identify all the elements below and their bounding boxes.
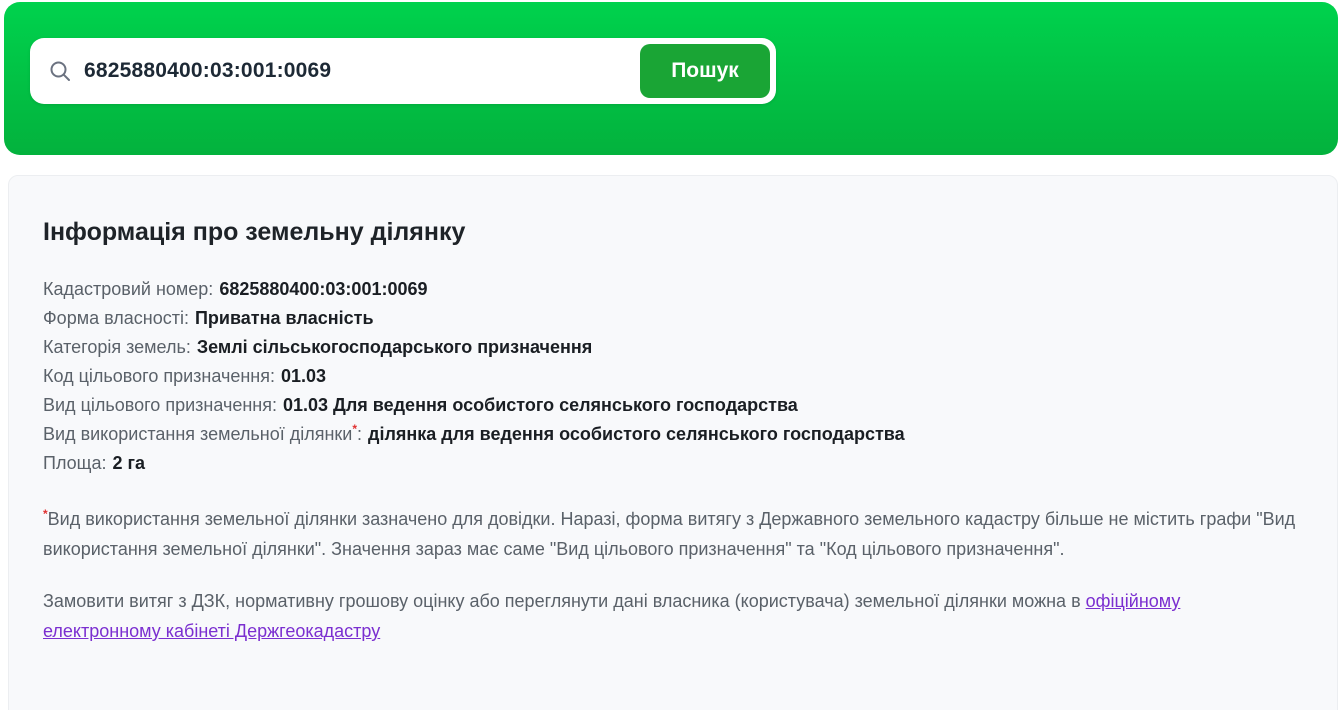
info-row-purpose-code: Код цільового призначення: 01.03 [43,362,1303,391]
search-input[interactable] [82,58,640,84]
land-info-card: Інформація про земельну ділянку Кадастро… [8,175,1338,710]
row-value: 6825880400:03:001:0069 [219,279,428,299]
search-button[interactable]: Пошук [640,44,770,98]
row-separator: : [357,424,363,444]
row-label: Категорія земель [43,337,186,357]
info-rows: Кадастровий номер: 6825880400:03:001:0069… [43,275,1303,478]
info-row-land-category: Категорія земель: Землі сільськогосподарс… [43,333,1303,362]
info-row-purpose-type: Вид цільового призначення: 01.03 Для веде… [43,391,1303,420]
info-row-area: Площа: 2 га [43,449,1303,478]
page-title: Інформація про земельну ділянку [43,218,466,246]
row-value: Приватна власність [194,308,374,328]
row-separator: : [183,308,189,328]
row-value: 01.03 Для ведення особистого селянського… [282,395,798,415]
order-extract-paragraph: Замовити витяг з ДЗК, нормативну грошову… [43,586,1303,646]
search-bar: Пошук [30,38,776,104]
row-label: Форма власності [43,308,184,328]
usage-type-footnote: *Вид використання земельної ділянки зазн… [43,504,1303,564]
row-label: Вид використання земельної ділянки [43,424,353,444]
row-value: 01.03 [281,366,327,386]
search-icon [48,59,72,83]
row-label: Вид цільового призначення [43,395,272,415]
row-label: Кадастровий номер [43,279,209,299]
row-value: Землі сільськогосподарського призначення [196,337,593,357]
row-separator: : [208,279,214,299]
search-header: Пошук [4,2,1338,155]
row-separator: : [101,453,107,473]
row-label: Код цільового призначення [43,366,270,386]
row-value: ділянка для ведення особистого селянсько… [368,424,905,444]
row-separator: : [185,337,191,357]
info-row-usage-type: Вид використання земельної ділянки*: діля… [43,420,1303,449]
footnote-text: Вид використання земельної ділянки зазна… [43,509,1296,559]
info-row-cadastral-number: Кадастровий номер: 6825880400:03:001:0069 [43,275,1303,304]
row-label: Площа [43,453,102,473]
order-extract-text: Замовити витяг з ДЗК, нормативну грошову… [43,591,1081,611]
info-row-ownership-form: Форма власності: Приватна власність [43,304,1303,333]
row-separator: : [271,395,277,415]
row-separator: : [270,366,276,386]
row-value: 2 га [112,453,146,473]
